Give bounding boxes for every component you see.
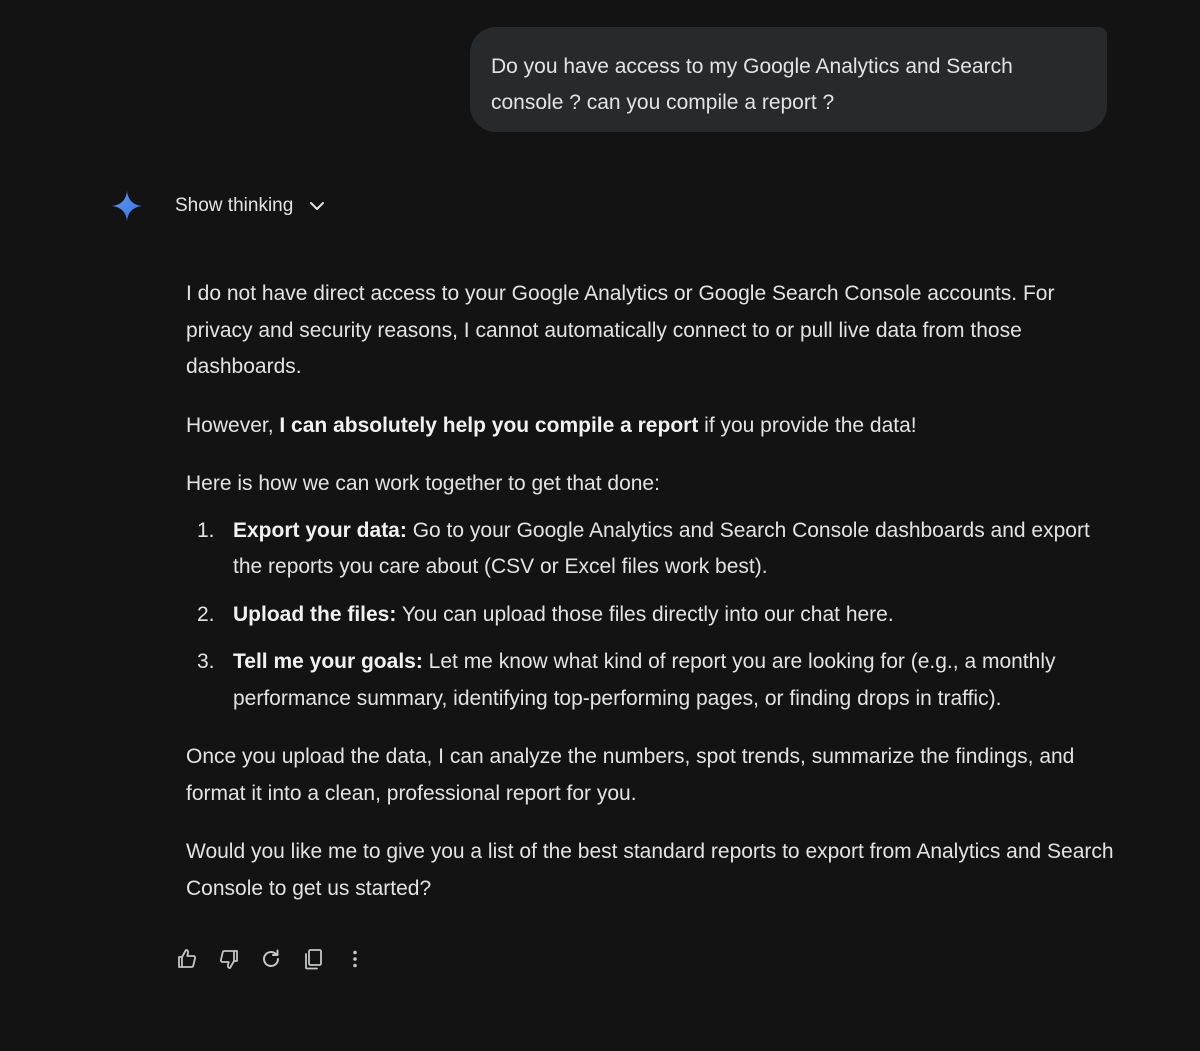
step-text: You can upload those files directly into… <box>396 602 894 626</box>
list-number: 1. <box>197 518 215 542</box>
list-number: 2. <box>197 602 215 626</box>
steps-list: 1. Export your data: Go to your Google A… <box>186 513 1116 718</box>
response-paragraph: I do not have direct access to your Goog… <box>186 282 1055 378</box>
more-options-icon <box>353 950 357 968</box>
regenerate-button[interactable] <box>255 942 287 976</box>
thumbs-down-button[interactable] <box>213 942 245 976</box>
thumbs-down-icon <box>219 950 238 969</box>
copy-button[interactable] <box>297 942 329 976</box>
user-message-bubble: Do you have access to my Google Analytic… <box>470 27 1107 132</box>
response-paragraph: Would you like me to give you a list of … <box>186 840 1114 900</box>
response-paragraph: Here is how we can work together to get … <box>186 472 660 495</box>
list-item: 3. Tell me your goals: Let me know what … <box>186 644 1116 717</box>
user-message-text: Do you have access to my Google Analytic… <box>491 55 1013 114</box>
response-paragraph: However, I can absolutely help you compi… <box>186 408 1116 445</box>
bold-text: I can absolutely help you compile a repo… <box>279 413 699 437</box>
show-thinking-toggle[interactable]: Show thinking <box>175 191 327 221</box>
step-title: Tell me your goals: <box>233 650 423 673</box>
response-actions-bar <box>171 942 371 976</box>
list-item: 1. Export your data: Go to your Google A… <box>186 513 1116 586</box>
more-options-button[interactable] <box>339 942 371 976</box>
regenerate-icon <box>263 949 279 967</box>
text-span: However, <box>186 413 280 437</box>
chat-page: Do you have access to my Google Analytic… <box>0 0 1200 1051</box>
thumbs-up-icon <box>178 949 197 968</box>
assistant-response: I do not have direct access to your Goog… <box>186 276 1116 929</box>
response-paragraph: Once you upload the data, I can analyze … <box>186 745 1075 805</box>
show-thinking-label: Show thinking <box>175 195 294 216</box>
step-title: Upload the files: <box>233 602 397 626</box>
text-span: if you provide the data! <box>698 413 917 437</box>
gemini-sparkle-icon <box>112 191 142 221</box>
thumbs-up-button[interactable] <box>171 942 203 976</box>
step-title: Export your data: <box>233 518 407 542</box>
copy-icon <box>305 949 322 970</box>
list-number: 3. <box>197 650 215 673</box>
list-item: 2. Upload the files: You can upload thos… <box>186 597 1116 634</box>
chevron-down-icon <box>310 202 325 210</box>
